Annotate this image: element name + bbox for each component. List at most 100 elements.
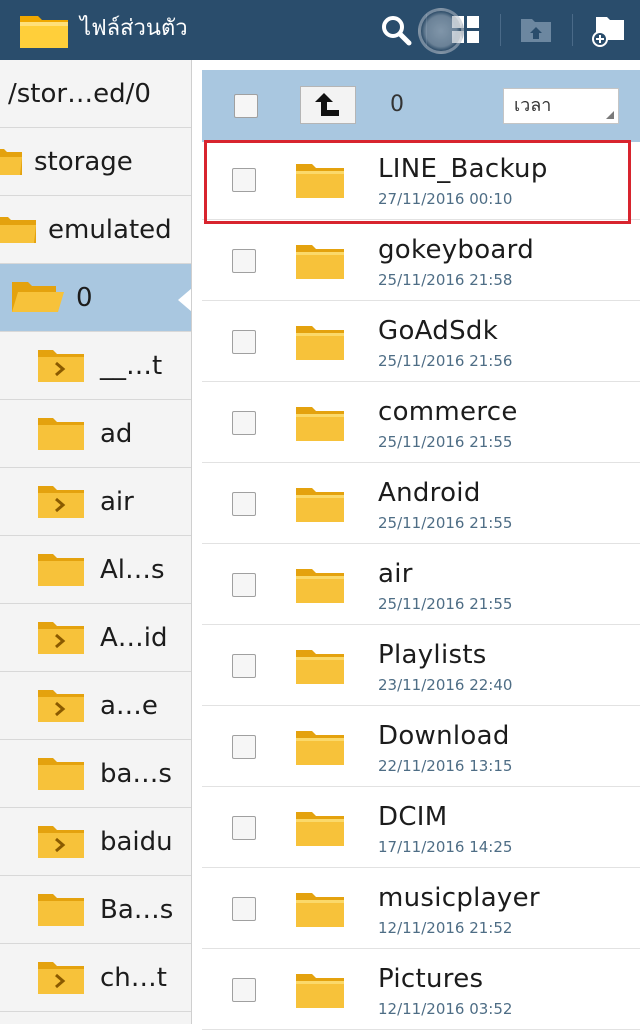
folder-icon (296, 650, 344, 684)
tree-item-label: a…e (100, 690, 158, 721)
tree-item[interactable]: ba…s (0, 740, 191, 808)
file-row[interactable]: LINE_Backup 27/11/2016 00:10 (202, 140, 640, 220)
sort-label: เวลา (514, 95, 552, 116)
folder-icon (296, 974, 344, 1008)
tree-item[interactable]: ch…t (0, 944, 191, 1012)
tree-item[interactable]: a…e (0, 672, 191, 740)
folder-icon (38, 757, 84, 790)
file-row[interactable]: Pictures 12/11/2016 03:52 (202, 950, 640, 1030)
tree-item-label: emulated (48, 214, 172, 245)
search-icon (382, 16, 412, 46)
row-checkbox[interactable] (232, 411, 256, 435)
toolbar-separator (572, 14, 573, 46)
file-date: 17/11/2016 14:25 (378, 838, 513, 856)
file-name: Playlists (378, 640, 487, 670)
tree-item-label: ba…s (100, 758, 172, 789)
file-date: 25/11/2016 21:58 (378, 271, 513, 289)
grid-view-icon (452, 16, 479, 43)
file-row[interactable]: musicplayer 12/11/2016 21:52 (202, 869, 640, 949)
tree-item-label: storage (34, 146, 133, 177)
folder-icon (296, 245, 344, 279)
list-header: 0 เวลา (202, 70, 640, 142)
file-name: Download (378, 721, 510, 751)
tree-item[interactable]: ad (0, 400, 191, 468)
tree-path-root[interactable]: /stor…ed/0 (0, 60, 191, 128)
tree-item[interactable]: air (0, 468, 191, 536)
move-to-button[interactable] (512, 6, 560, 54)
selection-pointer (178, 288, 191, 312)
tree-item[interactable]: baidu (0, 808, 191, 876)
file-row[interactable]: gokeyboard 25/11/2016 21:58 (202, 221, 640, 301)
folder-icon (296, 407, 344, 441)
row-checkbox[interactable] (232, 492, 256, 516)
file-name: LINE_Backup (378, 154, 548, 184)
new-folder-button[interactable] (584, 6, 632, 54)
file-row[interactable]: GoAdSdk 25/11/2016 21:56 (202, 302, 640, 382)
app-title: ไฟล์ส่วนตัว (80, 16, 188, 41)
file-name: musicplayer (378, 883, 540, 913)
up-arrow-icon (315, 93, 339, 116)
new-folder-icon (592, 17, 624, 47)
tree-item[interactable]: Al…s (0, 536, 191, 604)
folder-tree-panel: /stor…ed/0 storage emulated 0 __…t ad ai… (0, 60, 192, 1024)
file-date: 22/11/2016 13:15 (378, 757, 513, 775)
tree-item-storage[interactable]: storage (0, 128, 191, 196)
file-name: GoAdSdk (378, 316, 499, 346)
grid-view-button[interactable] (442, 6, 490, 54)
row-checkbox[interactable] (232, 816, 256, 840)
tree-item-label: air (100, 486, 134, 517)
folder-expand-icon (38, 485, 84, 518)
folder-icon (38, 553, 84, 586)
folder-icon (296, 893, 344, 927)
file-row[interactable]: Download 22/11/2016 13:15 (202, 707, 640, 787)
toolbar-separator (500, 14, 501, 46)
file-row[interactable]: air 25/11/2016 21:55 (202, 545, 640, 625)
up-level-button[interactable] (300, 86, 356, 124)
select-all-checkbox[interactable] (234, 94, 258, 118)
folder-icon (296, 731, 344, 765)
row-checkbox[interactable] (232, 654, 256, 678)
tree-item-label: __…t (100, 350, 163, 381)
tree-item-label: Al…s (100, 554, 165, 585)
row-checkbox[interactable] (232, 735, 256, 759)
sort-dropdown[interactable]: เวลา (503, 88, 619, 124)
search-button[interactable] (372, 6, 420, 54)
file-name: gokeyboard (378, 235, 535, 265)
file-row[interactable]: commerce 25/11/2016 21:55 (202, 383, 640, 463)
move-to-icon (521, 19, 551, 42)
tree-item-label: Ba…s (100, 894, 174, 925)
row-checkbox[interactable] (232, 978, 256, 1002)
tree-item-label: /stor…ed/0 (8, 78, 151, 109)
folder-expand-icon (38, 961, 84, 994)
open-folder-icon (0, 148, 22, 175)
file-date: 12/11/2016 21:52 (378, 919, 513, 937)
folder-icon (38, 417, 84, 450)
open-folder-icon (12, 281, 64, 312)
file-row[interactable]: DCIM 17/11/2016 14:25 (202, 788, 640, 868)
folder-icon (296, 812, 344, 846)
file-row[interactable]: Playlists 23/11/2016 22:40 (202, 626, 640, 706)
folder-icon (38, 893, 84, 926)
file-date: 27/11/2016 00:10 (378, 190, 513, 208)
tree-item-label: baidu (100, 826, 173, 857)
file-date: 25/11/2016 21:55 (378, 433, 513, 451)
open-folder-icon (0, 216, 36, 243)
row-checkbox[interactable] (232, 249, 256, 273)
tree-item-0[interactable]: 0 (0, 264, 191, 332)
tree-item[interactable]: Ba…s (0, 876, 191, 944)
top-bar: ไฟล์ส่วนตัว (0, 0, 640, 60)
folder-app-icon (20, 16, 68, 48)
file-name: commerce (378, 397, 518, 427)
row-checkbox[interactable] (232, 573, 256, 597)
file-date: 25/11/2016 21:55 (378, 514, 513, 532)
file-row[interactable]: Android 25/11/2016 21:55 (202, 464, 640, 544)
tree-item[interactable]: __…t (0, 332, 191, 400)
tree-item[interactable]: A…id (0, 604, 191, 672)
dropdown-corner-icon (606, 111, 614, 119)
tree-item-label: ad (100, 418, 133, 449)
tree-item-emulated[interactable]: emulated (0, 196, 191, 264)
row-checkbox[interactable] (232, 897, 256, 921)
row-checkbox[interactable] (232, 330, 256, 354)
row-checkbox[interactable] (232, 168, 256, 192)
selected-count: 0 (390, 92, 404, 117)
